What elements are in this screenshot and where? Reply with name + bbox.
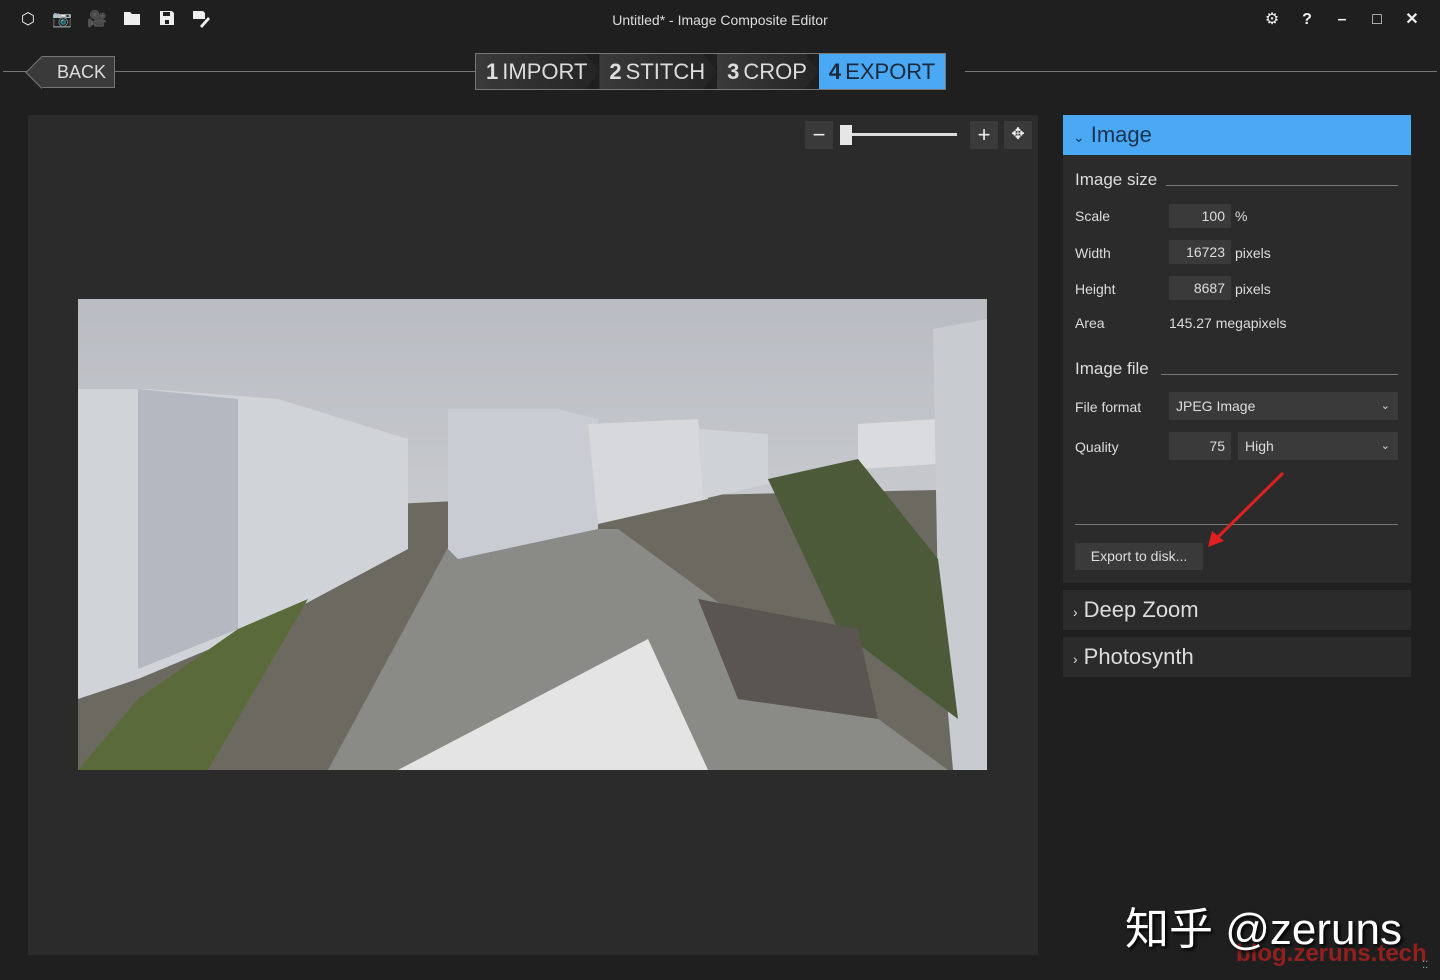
step-import[interactable]: 1IMPORT [476, 54, 599, 89]
scale-input[interactable]: 100 [1169, 204, 1231, 228]
window-title: Untitled* - Image Composite Editor [0, 12, 1440, 28]
step-crop[interactable]: 3CROP [717, 54, 819, 89]
close-button[interactable]: ✕ [1402, 10, 1422, 30]
quality-select[interactable]: High ⌄ [1238, 432, 1398, 460]
chevron-down-icon: ⌄ [1381, 432, 1390, 460]
minimize-button[interactable]: – [1332, 10, 1352, 30]
chevron-right-icon: › [1073, 604, 1078, 620]
nav-divider [965, 71, 1437, 72]
file-format-value: JPEG Image [1176, 398, 1255, 414]
annotation-arrow-icon [1200, 465, 1290, 555]
chevron-down-icon: ⌄ [1381, 392, 1390, 420]
divider [1161, 374, 1398, 375]
panel-title: Image [1091, 122, 1152, 147]
divider [1166, 185, 1398, 186]
height-label: Height [1075, 281, 1115, 297]
image-file-heading: Image file [1075, 359, 1149, 379]
step-label: STITCH [626, 59, 705, 84]
step-label: EXPORT [845, 59, 935, 84]
step-number: 4 [829, 59, 841, 84]
photosynth-header[interactable]: › Photosynth [1063, 637, 1411, 677]
fit-to-window-icon[interactable]: ✥ [1004, 121, 1032, 149]
area-value: 145.27 megapixels [1169, 315, 1287, 331]
step-number: 1 [486, 59, 498, 84]
quality-level-value: High [1245, 438, 1274, 454]
width-input[interactable]: 16723 [1169, 240, 1231, 264]
zoom-slider-thumb[interactable] [840, 125, 852, 145]
panel-title: Deep Zoom [1084, 597, 1199, 622]
area-label: Area [1075, 315, 1105, 331]
zoom-slider[interactable] [845, 133, 957, 136]
file-format-label: File format [1075, 399, 1141, 415]
step-number: 3 [727, 59, 739, 84]
zoom-in-button[interactable]: + [970, 121, 998, 149]
step-stitch[interactable]: 2STITCH [599, 54, 717, 89]
workflow-steps: 1IMPORT 2STITCH 3CROP 4EXPORT [475, 53, 946, 90]
step-label: IMPORT [502, 59, 587, 84]
nav-divider [115, 71, 475, 72]
maximize-button[interactable]: □ [1367, 10, 1387, 30]
settings-icon[interactable]: ⚙ [1262, 10, 1282, 30]
file-format-select[interactable]: JPEG Image ⌄ [1169, 392, 1398, 420]
panorama-preview [78, 299, 987, 770]
step-label: CROP [743, 59, 807, 84]
height-unit: pixels [1235, 281, 1271, 297]
quality-input[interactable]: 75 [1169, 432, 1231, 460]
back-label: BACK [57, 62, 106, 82]
chevron-right-icon: › [1073, 651, 1078, 667]
step-export[interactable]: 4EXPORT [819, 54, 945, 89]
photosynth-panel[interactable]: › Photosynth [1063, 637, 1411, 677]
image-size-heading: Image size [1075, 170, 1157, 190]
deep-zoom-header[interactable]: › Deep Zoom [1063, 590, 1411, 630]
quality-label: Quality [1075, 439, 1119, 455]
step-number: 2 [609, 59, 621, 84]
width-unit: pixels [1235, 245, 1271, 261]
chevron-down-icon: ⌄ [1073, 129, 1085, 145]
image-panel-header[interactable]: ⌄ Image [1063, 115, 1411, 155]
scale-unit: % [1235, 208, 1247, 224]
back-button[interactable]: BACK [42, 56, 115, 88]
export-to-disk-button[interactable]: Export to disk... [1075, 543, 1203, 570]
help-icon[interactable]: ? [1297, 10, 1317, 30]
deep-zoom-panel[interactable]: › Deep Zoom [1063, 590, 1411, 630]
watermark-zhihu: 知乎 @zeruns [1125, 893, 1402, 957]
panel-title: Photosynth [1084, 644, 1194, 669]
resize-grip-icon[interactable]: ⁚⁚ [1422, 960, 1428, 971]
height-input[interactable]: 8687 [1169, 276, 1231, 300]
zoom-out-button[interactable]: − [805, 121, 833, 149]
width-label: Width [1075, 245, 1111, 261]
scale-label: Scale [1075, 208, 1110, 224]
